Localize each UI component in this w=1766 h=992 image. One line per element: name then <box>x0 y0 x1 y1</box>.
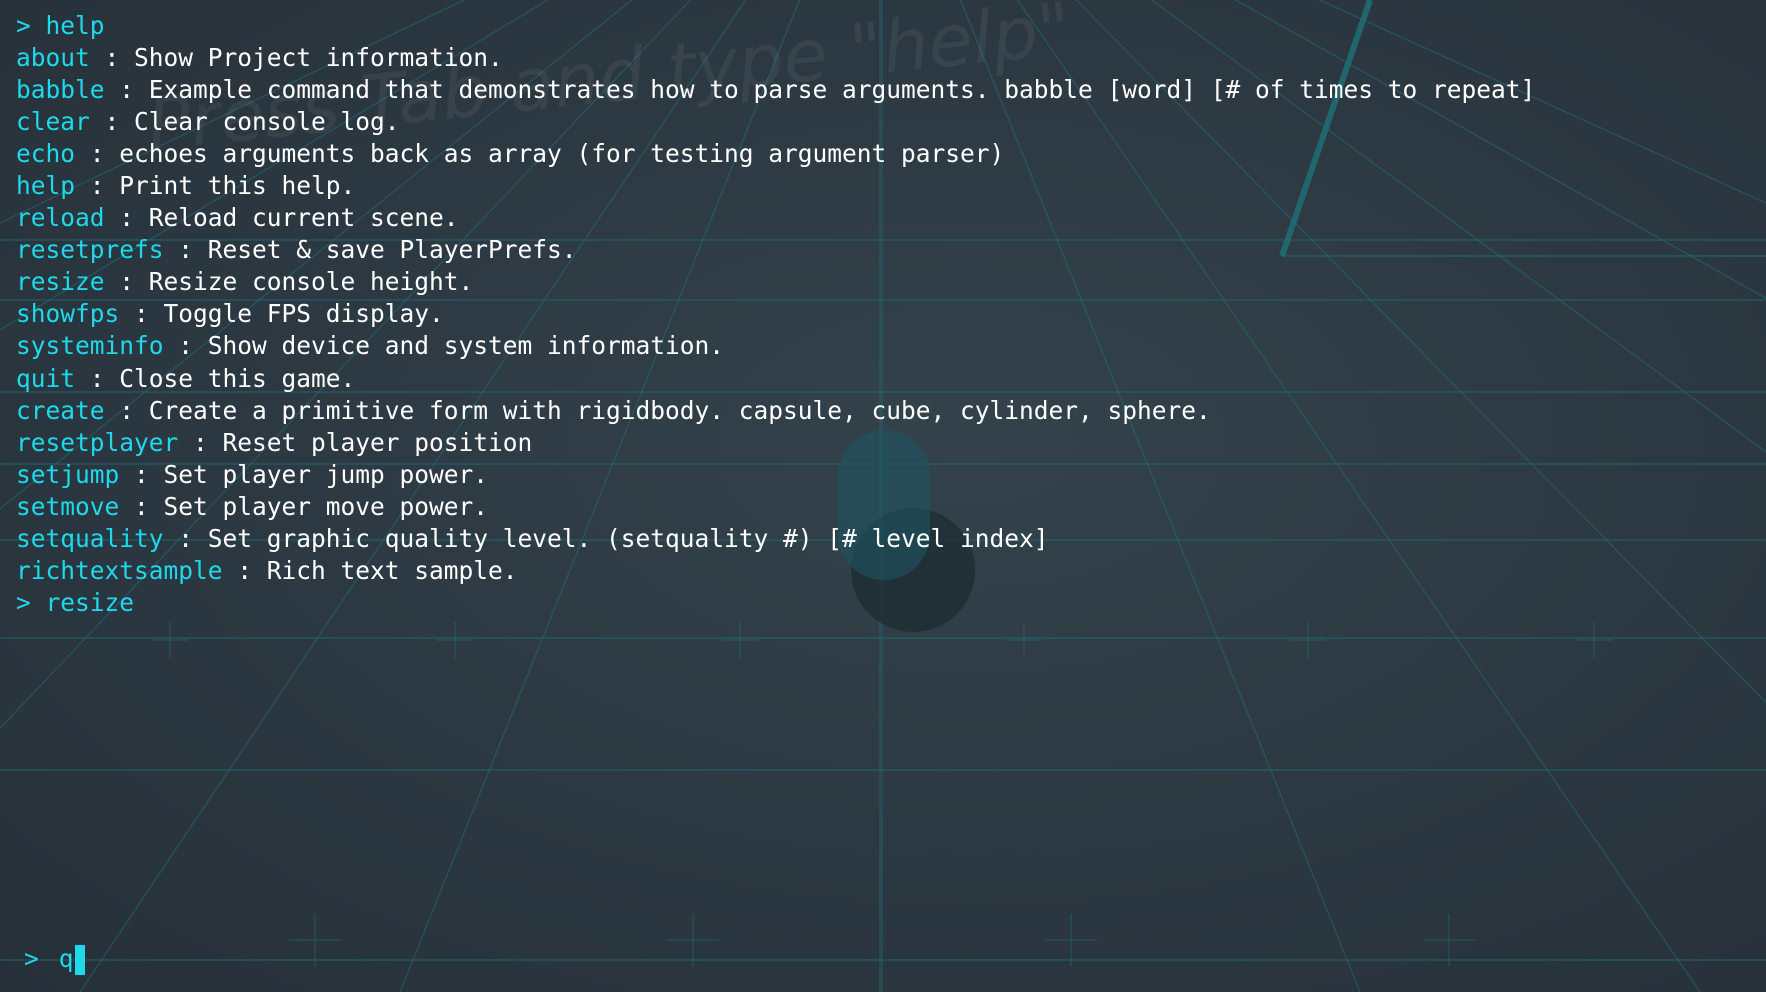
command-description: Show device and system information. <box>207 331 725 361</box>
command-separator: : <box>75 363 120 393</box>
command-separator: : <box>163 235 208 265</box>
command-separator: : <box>89 43 135 73</box>
command-name: resize <box>16 267 105 297</box>
echoed-command: resize <box>45 587 135 617</box>
command-name: setjump <box>16 459 120 489</box>
help-entry-line: clear : Clear console log. <box>16 106 1756 138</box>
command-name: about <box>16 43 90 73</box>
command-name: reload <box>16 203 105 233</box>
console-echo-line: > resize <box>16 587 1756 619</box>
command-description: Set player move power. <box>163 491 489 521</box>
command-description: Reset player position <box>222 427 533 457</box>
help-entry-line: echo : echoes arguments back as array (f… <box>16 138 1756 170</box>
command-description: Reset & save PlayerPrefs. <box>207 235 577 265</box>
command-separator: : <box>178 427 223 457</box>
command-separator: : <box>163 523 208 553</box>
help-entry-line: resetprefs : Reset & save PlayerPrefs. <box>16 234 1756 266</box>
command-name: richtextsample <box>16 555 223 585</box>
echoed-command: help <box>45 11 105 40</box>
prompt-marker-icon: > <box>16 587 31 617</box>
console-log: > help about : Show Project information. b… <box>16 10 1756 619</box>
command-name: showfps <box>16 299 120 329</box>
command-separator: : <box>104 395 149 425</box>
prompt-marker-icon: > <box>16 11 31 40</box>
command-separator: : <box>104 75 149 105</box>
input-value: q <box>58 944 74 973</box>
command-name: babble <box>16 75 105 105</box>
command-description: Reload current scene. <box>148 203 459 233</box>
help-entry-line: setquality : Set graphic quality level. … <box>16 523 1756 555</box>
help-entry-line: reload : Reload current scene. <box>16 202 1756 234</box>
command-separator: : <box>75 171 120 201</box>
help-entry-line: create : Create a primitive form with ri… <box>16 395 1756 427</box>
input-prompt-icon: > <box>24 944 39 973</box>
help-entry-line: help : Print this help. <box>16 170 1756 202</box>
command-name: quit <box>16 363 76 393</box>
help-entry-line: about : Show Project information. <box>16 42 1756 74</box>
command-separator: : <box>163 331 208 361</box>
command-description: Set graphic quality level. (setquality #… <box>207 523 1049 553</box>
command-separator: : <box>104 203 149 233</box>
command-separator: : <box>119 491 164 521</box>
command-description: Clear console log. <box>134 107 400 137</box>
command-name: resetplayer <box>16 427 179 457</box>
console-input-field[interactable]: q <box>59 942 85 976</box>
command-name: create <box>16 395 105 425</box>
help-entry-line: resize : Resize console height. <box>16 266 1756 298</box>
help-entry-line: setmove : Set player move power. <box>16 491 1756 523</box>
command-name: clear <box>16 107 90 137</box>
command-description: Example command that demonstrates how to… <box>148 75 1536 105</box>
help-entry-line: resetplayer : Reset player position <box>16 427 1756 459</box>
console-echo-line: > help <box>16 10 1756 42</box>
console-input-row[interactable]: > q <box>24 942 85 976</box>
help-entry-line: quit : Close this game. <box>16 363 1756 395</box>
command-name: systeminfo <box>16 331 164 361</box>
command-description: Resize console height. <box>148 267 474 297</box>
command-separator: : <box>104 267 149 297</box>
command-name: setmove <box>16 491 120 521</box>
command-description: Close this game. <box>119 363 356 393</box>
command-description: Print this help. <box>119 171 356 201</box>
command-separator: : <box>119 299 164 329</box>
command-description: Rich text sample. <box>266 555 518 585</box>
help-entry-line: showfps : Toggle FPS display. <box>16 298 1756 330</box>
help-entry-line: babble : Example command that demonstrat… <box>16 74 1756 106</box>
command-description: Show Project information. <box>134 43 503 73</box>
command-separator: : <box>89 107 135 137</box>
command-description: Toggle FPS display. <box>163 299 444 329</box>
help-entry-line: systeminfo : Show device and system info… <box>16 330 1756 362</box>
command-name: setquality <box>16 523 164 553</box>
command-description: Create a primitive form with rigidbody. … <box>148 395 1211 425</box>
command-name: echo <box>16 139 76 169</box>
help-entry-line: richtextsample : Rich text sample. <box>16 555 1756 587</box>
command-name: help <box>16 171 76 201</box>
text-caret <box>74 945 85 975</box>
command-description: Set player jump power. <box>163 459 489 489</box>
command-separator: : <box>75 139 120 169</box>
command-separator: : <box>222 555 267 585</box>
command-description: echoes arguments back as array (for test… <box>119 139 1005 169</box>
command-separator: : <box>119 459 164 489</box>
help-entry-line: setjump : Set player jump power. <box>16 459 1756 491</box>
command-name: resetprefs <box>16 235 164 265</box>
